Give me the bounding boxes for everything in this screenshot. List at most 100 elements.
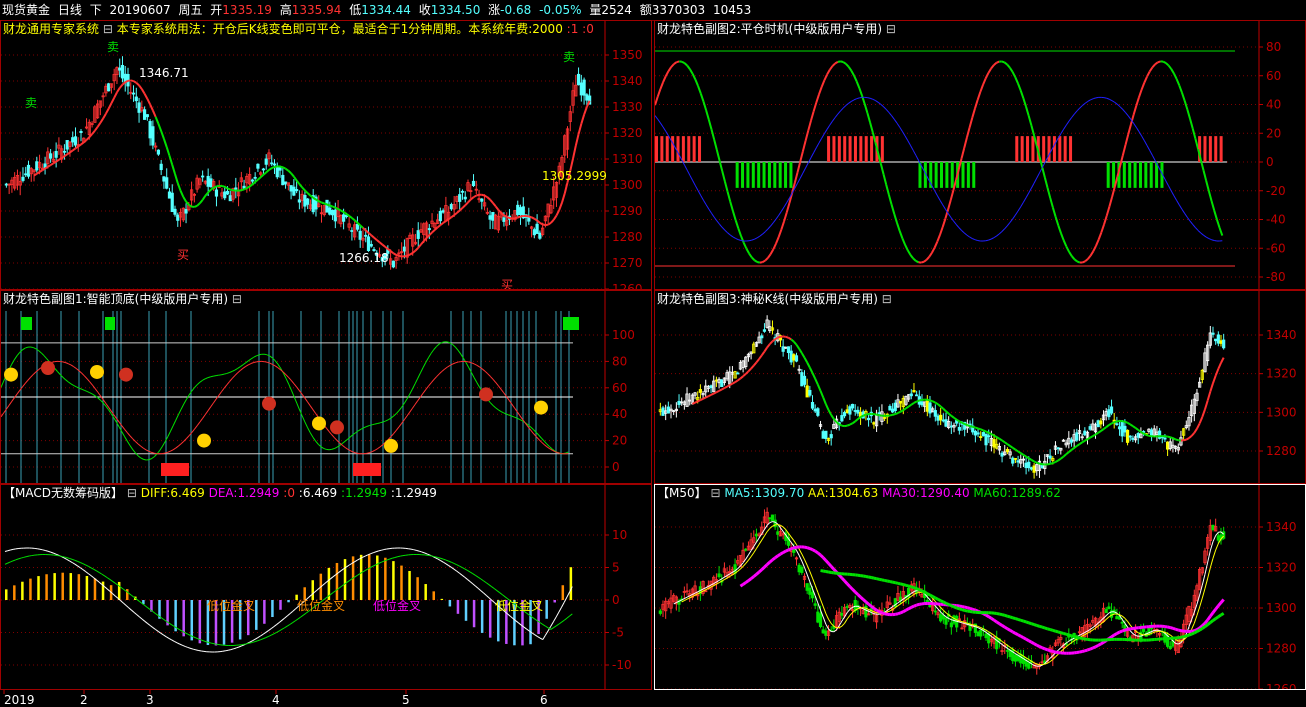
exit-timing-chart[interactable]: 806040200-20-40-60-80 [655,21,1305,289]
high-value: 1335.94 [291,3,342,17]
top-bottom-chart[interactable]: 100806040200 [1,291,651,483]
sub2-blue-line [872,98,876,102]
ma-candle-body [818,613,823,627]
aa-line [1204,578,1209,589]
sub2-oscillator-line [1073,258,1078,263]
sub3-candle-body [928,402,932,414]
sub3-trend-line [777,335,781,339]
sub2-oscillator-line [879,163,885,175]
mystic-kline-chart[interactable]: 1340132013001280 [655,291,1305,483]
ma30-line [1214,604,1220,611]
sub1-green-line [385,419,389,422]
period-label[interactable]: 日线 [58,0,82,20]
sub2-blue-line [909,145,914,151]
exit-timing-panel[interactable]: 财龙特色副图2:平仓时机(中级版用户专用) ⊟ 80 60 40 20 0 -20 -40-… [654,20,1306,290]
sub2-blue-line [840,107,844,112]
top-bottom-panel[interactable]: 财龙特色副图1:智能顶底(中级版用户专用) ⊟ 100 80 60 40 20 0 [0,290,652,484]
aa-line [1127,621,1131,626]
main-trend-line [265,169,270,174]
sub2-oscillator-line [689,68,694,75]
ma30-line [1094,644,1099,649]
macd-dea-line [392,556,395,559]
ma30-line [827,562,833,568]
sub3-candle-body [1024,462,1028,469]
sub3-candle-body [939,414,943,421]
macd-diff-line [459,572,463,576]
sub2-signal-bar [972,162,976,188]
macd-diff-line [88,573,92,577]
main-candle-body [532,229,536,236]
sub2-oscillator-line [887,194,893,205]
sub2-blue-line [834,113,839,118]
sub3-candle-body [944,419,948,427]
moving-average-panel[interactable]: 【M50】 ⊟ MA5:1309.70 AA:1304.63 MA30:1290… [654,484,1306,690]
ma-candle-body [840,612,844,616]
sub2-oscillator-line [713,139,718,151]
macd-dea-line [80,562,84,565]
main-candlestick-chart[interactable]: 1350134013301320131013001290128012701260… [1,21,651,289]
sub1-smile-icon [197,433,211,448]
sub2-blue-line [738,239,742,241]
macd-dea-line [209,642,213,644]
sub3-trend-line [937,403,942,408]
macd-diff-line [464,576,468,580]
sub3-candle-body [981,432,985,437]
sub2-blue-line [657,118,661,124]
sub1-green-line [210,375,214,378]
main-price-panel[interactable]: 财龙通用专家系统 ⊟ 本专家系统用法：开仓后K线变色即可平仓，最适合于1分钟周期… [0,20,652,290]
sub2-oscillator-line [882,174,888,185]
main-trend-line [287,169,292,175]
sub2-oscillator-line [912,257,917,262]
sub1-green-line [132,449,136,454]
sub1-green-line [293,396,298,404]
macd-dea-line [123,588,127,592]
sub1-green-line [202,378,206,381]
sub2-oscillator-line [801,140,807,152]
macd-dea-line [561,619,565,623]
macd-diff-line [289,610,294,614]
moving-average-chart[interactable]: 13401320130012801260 [655,485,1305,689]
ma-candle-body [805,583,809,591]
mystic-kline-panel[interactable]: 财龙特色副图3:神秘K线(中级版用户专用) ⊟ 1340 1320 1300 1280 [654,290,1306,484]
sub1-red-line [97,391,101,397]
ma30-line [969,607,974,611]
sub2-oscillator-line [751,256,756,261]
macd-dea-line [365,568,369,571]
macd-chart[interactable]: 1050-5-10低位金叉 低位金叉 低位金叉 低位金叉 [1,485,651,689]
macd-diff-line [384,548,387,551]
sub1-red-line [38,367,42,370]
sub3-trend-line [800,352,806,359]
sub2-blue-line [1189,220,1194,225]
sub3-trend-line [905,405,910,410]
main-trend-line [476,193,480,197]
sub2-oscillator-line [1135,97,1140,107]
macd-panel[interactable]: 【MACD无数筹码版】 ⊟ DIFF:6.469 DEA:1.2949 :0 :… [0,484,652,690]
main-candle-body [350,230,354,232]
main-candle-body [416,230,420,239]
main-candle-body [49,153,53,159]
macd-dea-line [171,624,175,627]
sub2-blue-line [662,126,667,132]
sub2-blue-line [1151,155,1156,161]
sub3-candle-body [1115,423,1119,426]
sub2-oscillator-line [1049,197,1054,208]
macd-dea-line [249,641,253,644]
sub1-red-line [86,378,91,383]
aa-line [1215,543,1219,551]
macd-diff-line [461,574,466,578]
symbol-name[interactable]: 现货黄金 [2,0,50,20]
sub3-candle-body [698,389,702,393]
sub2-blue-line [1109,98,1113,102]
macd-dea-line [155,613,159,616]
macd-histogram-bar [408,570,411,600]
sub1-green-line [30,346,34,349]
main-candle-body [366,236,371,252]
sub1-green-line [183,398,187,405]
aa-line [844,618,848,624]
sub2-blue-line [724,229,728,234]
macd-dea-line [254,640,258,643]
macd-diff-line [79,567,84,571]
sub2-signal-bar [827,136,831,162]
sub3-trend-line [1145,433,1150,437]
main-candle-body [342,214,346,222]
